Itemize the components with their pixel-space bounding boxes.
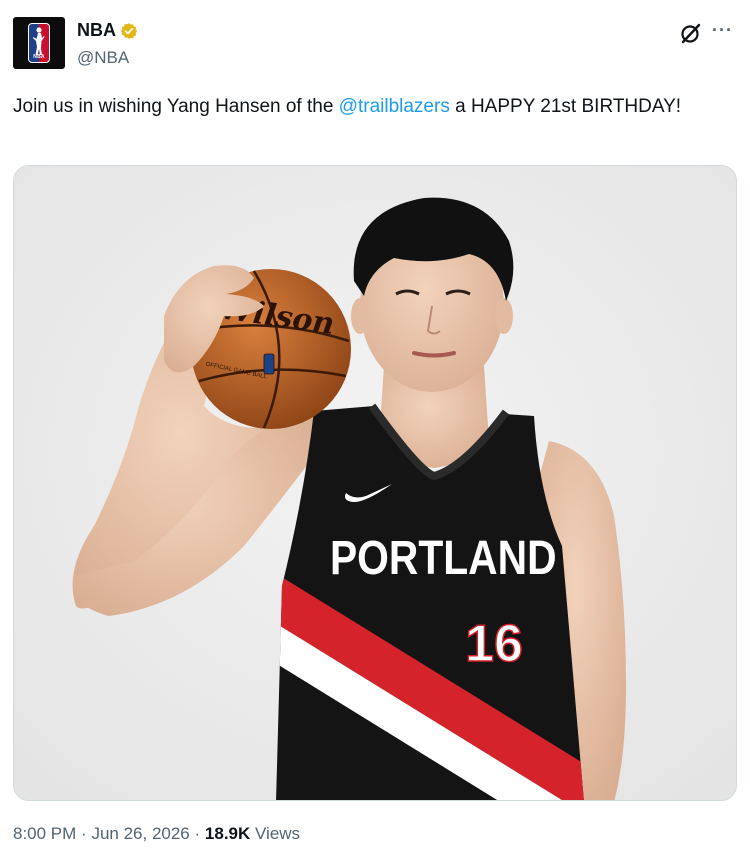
avatar-logo-text: NBA: [33, 54, 45, 60]
tweet-text-after: a HAPPY 21st BIRTHDAY!: [449, 96, 682, 117]
nba-logo-icon: NBA: [28, 23, 50, 63]
display-name[interactable]: NBA: [77, 20, 116, 41]
author-name-row[interactable]: NBA: [77, 20, 138, 41]
verified-badge-icon[interactable]: [120, 22, 138, 40]
tweet-time[interactable]: 8:00 PM: [13, 824, 76, 843]
jersey-team-text: PORTLAND: [330, 532, 557, 585]
views-label: Views: [255, 824, 301, 843]
meta-separator: ·: [194, 824, 201, 843]
tweet-text: Join us in wishing Yang Hansen of the @t…: [13, 92, 713, 121]
tweet-media-photo[interactable]: PORTLAND 16 Wilson OFFICIAL GAME BALL: [13, 165, 737, 801]
tweet-text-before: Join us in wishing Yang Hansen of the: [13, 96, 339, 117]
author-handle[interactable]: @NBA: [77, 48, 129, 68]
meta-separator: ·: [81, 824, 87, 843]
mention-link[interactable]: @trailblazers: [339, 96, 450, 117]
tweet-meta: 8:00 PM · Jun 26, 2026 · 18.9K Views: [13, 824, 300, 844]
avatar[interactable]: NBA: [13, 17, 65, 69]
tweet-date[interactable]: Jun 26, 2026: [91, 824, 189, 843]
jersey-number-text: 16: [465, 615, 523, 673]
views-count: 18.9K: [204, 824, 251, 843]
grok-icon[interactable]: [680, 22, 702, 44]
more-options-icon[interactable]: ···: [712, 20, 733, 41]
